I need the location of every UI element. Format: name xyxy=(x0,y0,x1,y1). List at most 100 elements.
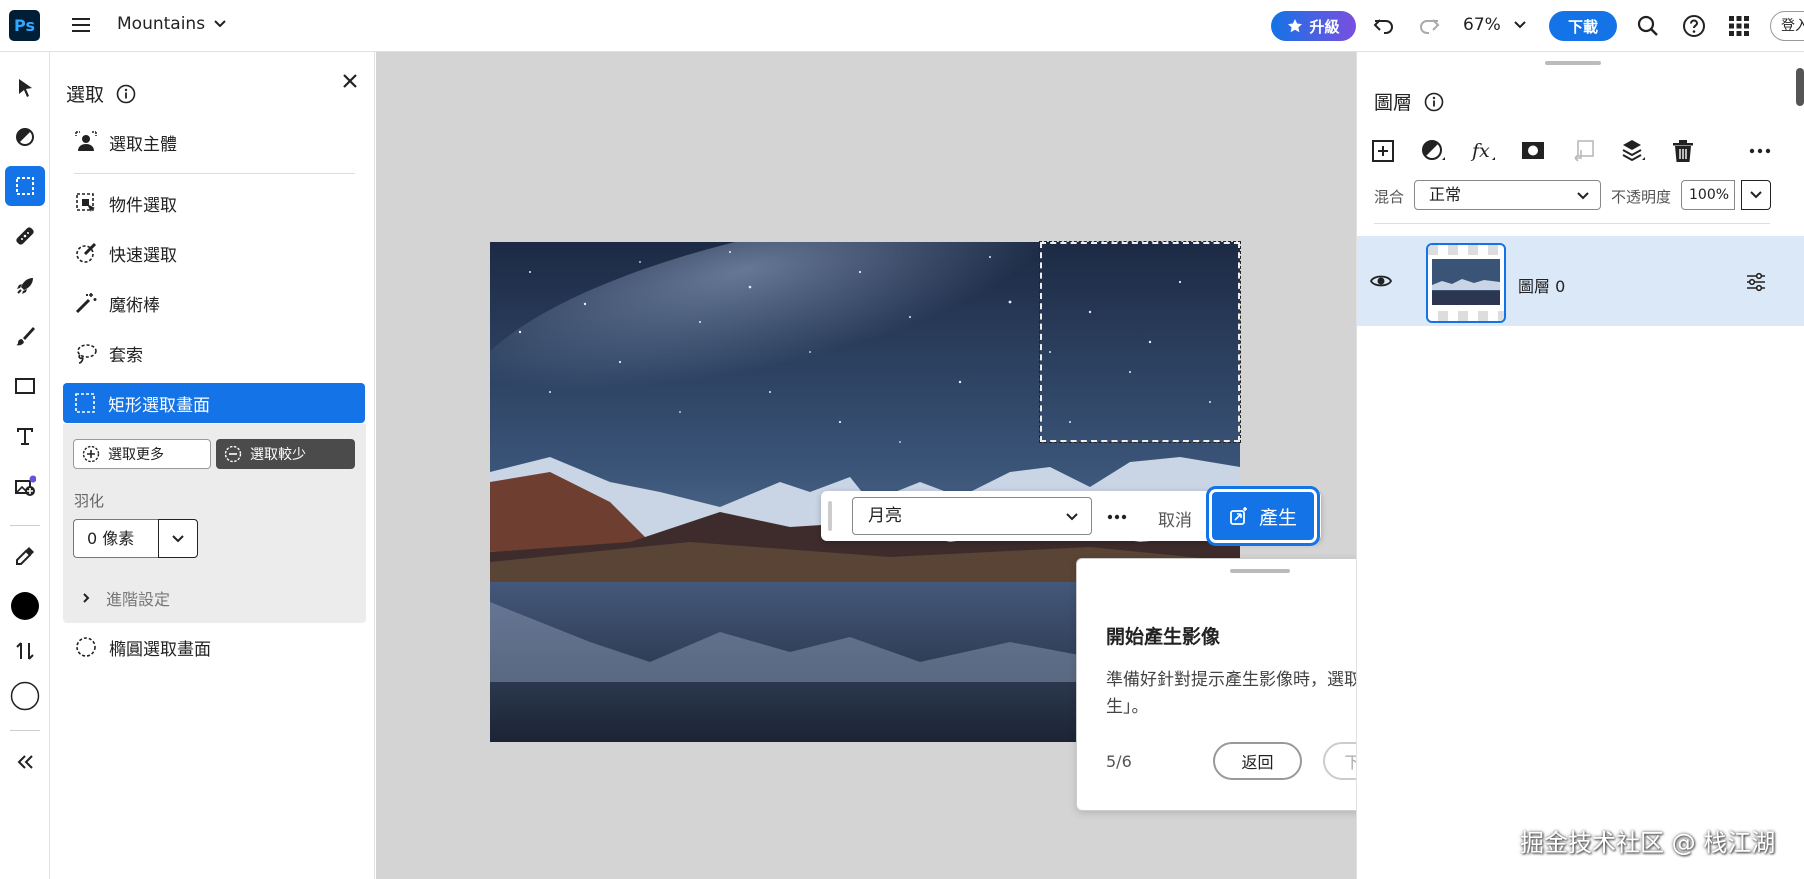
top-bar: Ps Mountains 升級 67% 下載 登入 xyxy=(0,0,1804,52)
info-icon[interactable] xyxy=(116,84,136,104)
drag-handle[interactable] xyxy=(828,501,832,531)
photoshop-logo[interactable]: Ps xyxy=(9,10,40,41)
back-button[interactable]: 返回 xyxy=(1213,742,1302,780)
left-toolbar xyxy=(0,52,50,879)
rectangle-select-icon xyxy=(75,393,95,413)
select-subject-item[interactable]: 選取主體 xyxy=(64,122,366,162)
advanced-settings-toggle[interactable]: 進階設定 xyxy=(80,586,170,610)
rectangle-select-item[interactable]: 矩形選取畫面 xyxy=(63,383,365,423)
chevron-down-icon xyxy=(1750,191,1762,199)
cancel-button[interactable]: 取消 xyxy=(1158,506,1192,531)
chevron-down-icon xyxy=(172,534,184,542)
upgrade-label: 升級 xyxy=(1309,17,1340,36)
shape-tool-icon[interactable] xyxy=(5,366,45,406)
item-label: 魔術棒 xyxy=(109,295,160,316)
more-options-icon[interactable] xyxy=(1747,138,1773,164)
toolbar-divider xyxy=(10,730,40,731)
foreground-color-swatch[interactable] xyxy=(5,586,45,626)
zoom-value: 67% xyxy=(1463,15,1501,35)
select-less-button[interactable]: 選取較少 xyxy=(216,439,355,469)
adjustment-layer-icon[interactable] xyxy=(1420,138,1446,164)
prompt-value: 月亮 xyxy=(868,506,902,526)
opacity-dropdown-button[interactable] xyxy=(1741,180,1771,210)
generate-label: 產生 xyxy=(1258,506,1297,529)
layer-thumbnail[interactable] xyxy=(1426,243,1506,323)
quick-action-rocket-icon[interactable] xyxy=(5,266,45,306)
help-icon[interactable] xyxy=(1682,14,1706,38)
item-label: 物件選取 xyxy=(109,195,177,216)
add-layer-icon[interactable] xyxy=(1370,138,1396,164)
ellipse-select-item[interactable]: 橢圓選取畫面 xyxy=(64,627,366,667)
chevron-down-icon xyxy=(1514,21,1526,29)
background-color-swatch[interactable] xyxy=(5,676,45,716)
rectangle-select-tool-icon[interactable] xyxy=(5,166,45,206)
toolbar-divider xyxy=(10,525,40,526)
more-options-icon[interactable] xyxy=(1105,505,1129,529)
watermark-text: 掘金技术社区 @ 栈江湖 xyxy=(1520,829,1776,857)
select-subject-icon xyxy=(75,131,97,151)
document-title-menu[interactable]: Mountains xyxy=(117,14,227,34)
feather-dropdown-button[interactable] xyxy=(158,519,198,558)
undo-icon[interactable] xyxy=(1372,14,1396,38)
apps-grid-icon[interactable] xyxy=(1727,14,1751,38)
move-tool-icon[interactable] xyxy=(5,68,45,108)
clip-layer-icon[interactable] xyxy=(1570,138,1596,164)
effects-fx-icon[interactable]: fx xyxy=(1470,138,1496,164)
blend-mode-value: 正常 xyxy=(1429,185,1462,204)
drag-handle[interactable] xyxy=(1545,61,1601,65)
panel-divider xyxy=(1374,223,1770,224)
opacity-label: 不透明度 xyxy=(1611,188,1672,206)
eyedropper-tool-icon[interactable] xyxy=(5,536,45,576)
quick-select-icon xyxy=(76,242,97,263)
delete-trash-icon[interactable] xyxy=(1670,138,1696,164)
search-icon[interactable] xyxy=(1636,14,1660,38)
brush-tool-icon[interactable] xyxy=(5,316,45,356)
prompt-input[interactable]: 月亮 xyxy=(852,497,1092,535)
select-more-label: 選取更多 xyxy=(108,447,164,463)
generate-button[interactable]: 產生 xyxy=(1212,492,1314,540)
add-circle-icon xyxy=(82,445,100,463)
select-less-label: 選取較少 xyxy=(250,447,306,463)
lasso-item[interactable]: 套索 xyxy=(64,333,366,373)
select-more-button[interactable]: 選取更多 xyxy=(73,439,211,469)
collapse-toolbar-icon[interactable] xyxy=(5,742,45,782)
download-button[interactable]: 下載 xyxy=(1549,11,1617,41)
quick-select-item[interactable]: 快速選取 xyxy=(64,233,366,273)
mask-icon[interactable] xyxy=(1520,138,1546,164)
opacity-input[interactable]: 100% xyxy=(1681,180,1735,210)
item-label: 矩形選取畫面 xyxy=(108,395,210,416)
layer-row[interactable] xyxy=(1357,236,1804,326)
panel-title: 圖層 xyxy=(1374,92,1413,114)
drag-handle[interactable] xyxy=(1230,569,1290,573)
layer-stack-icon[interactable] xyxy=(1620,138,1646,164)
close-icon[interactable] xyxy=(339,70,361,92)
type-tool-icon[interactable] xyxy=(5,416,45,456)
rectangle-selection-marquee[interactable] xyxy=(1039,241,1241,443)
layer-properties-icon[interactable] xyxy=(1745,271,1767,293)
magic-wand-icon xyxy=(75,293,97,314)
info-icon[interactable] xyxy=(1424,92,1444,112)
selection-panel-header: 選取 xyxy=(66,80,136,107)
tour-title: 開始產生影像 xyxy=(1106,626,1221,648)
swap-colors-icon[interactable] xyxy=(5,631,45,671)
layers-panel-header: 圖層 xyxy=(1374,88,1444,115)
healing-tool-icon[interactable] xyxy=(5,216,45,256)
layers-scrollbar[interactable] xyxy=(1796,68,1804,106)
adjust-tool-icon[interactable] xyxy=(5,117,45,157)
magic-wand-item[interactable]: 魔術棒 xyxy=(64,283,366,323)
add-image-tool-icon[interactable] xyxy=(5,466,45,506)
feather-input[interactable]: 0 像素 xyxy=(73,519,159,558)
redo-icon[interactable] xyxy=(1417,14,1441,38)
menu-icon[interactable] xyxy=(70,14,92,36)
star-icon xyxy=(1288,19,1303,33)
visibility-eye-icon[interactable] xyxy=(1370,272,1392,290)
panel-divider xyxy=(74,173,355,174)
subtract-circle-icon xyxy=(224,445,242,463)
upgrade-button[interactable]: 升級 xyxy=(1271,11,1356,41)
chevron-right-icon xyxy=(83,593,90,603)
blend-mode-select[interactable]: 正常 xyxy=(1414,180,1601,210)
zoom-select[interactable]: 67% xyxy=(1463,15,1527,35)
object-select-item[interactable]: 物件選取 xyxy=(64,183,366,223)
login-button[interactable]: 登入 xyxy=(1770,11,1804,41)
ellipse-select-icon xyxy=(76,637,96,657)
